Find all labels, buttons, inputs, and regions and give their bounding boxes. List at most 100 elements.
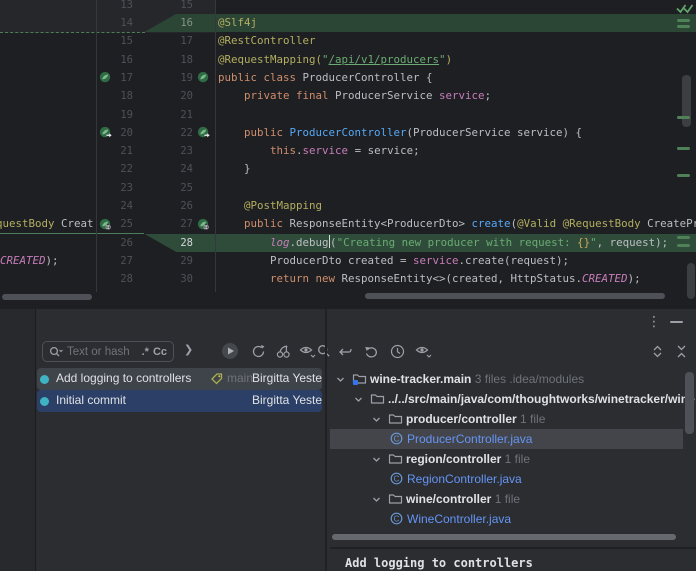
folder-name: region/controller 1 file xyxy=(406,452,530,466)
search-placeholder: Text or hash xyxy=(67,346,138,358)
rollback-icon[interactable] xyxy=(360,340,382,362)
diff-editor[interactable]: 13151416@Slf4j1517@RestController1618@Re… xyxy=(0,0,696,305)
change-marker[interactable] xyxy=(677,116,690,119)
jump-to-source-icon[interactable] xyxy=(334,340,356,362)
log-search-field[interactable]: Text or hash .* Cc xyxy=(42,341,174,362)
class-file-icon: C xyxy=(390,472,403,485)
file-name: RegionController.java xyxy=(407,472,522,486)
tree-row[interactable]: ../../src/main/java/com/thoughtworks/win… xyxy=(330,389,696,409)
new-line-number: 18 xyxy=(140,51,193,69)
code-line[interactable]: return new ResponseEntity<>(created, Htt… xyxy=(218,270,641,288)
tree-view-options-eye-icon[interactable] xyxy=(412,340,434,362)
tree-hscrollbar[interactable] xyxy=(332,534,676,540)
search-expand-chevron-icon[interactable]: ❯ xyxy=(184,343,193,356)
tree-vscrollbar[interactable] xyxy=(685,372,694,434)
commit-author: Birgitta Yeste xyxy=(252,393,322,407)
code-line[interactable]: ProducerDto created = service.create(req… xyxy=(218,252,569,270)
commit-row[interactable]: Add logging to controllers mainBirgitta … xyxy=(37,368,322,390)
history-clock-icon[interactable] xyxy=(386,340,408,362)
match-case-toggle[interactable]: Cc xyxy=(153,346,167,358)
new-line-number: 20 xyxy=(140,87,193,105)
new-line-number: 27 xyxy=(140,215,193,233)
code-line[interactable]: public ResponseEntity<ProducerDto> creat… xyxy=(218,215,696,233)
change-marker[interactable] xyxy=(677,236,690,239)
tree-row[interactable]: producer/controller 1 file xyxy=(330,409,696,429)
old-line-number: 26 xyxy=(96,234,133,252)
log-splitter[interactable] xyxy=(325,309,327,571)
chevron-down-icon[interactable] xyxy=(372,455,381,464)
expand-all-icon[interactable] xyxy=(646,340,668,362)
inspections-ok-icon xyxy=(676,2,694,15)
go-to-commit-icon[interactable] xyxy=(219,340,241,362)
spring-bean-icon[interactable] xyxy=(99,71,112,84)
chevron-down-icon[interactable] xyxy=(372,495,381,504)
folder-name: ../../src/main/java/com/thoughtworks/win… xyxy=(388,392,696,406)
diff-code-area[interactable]: 13151416@Slf4j1517@RestController1618@Re… xyxy=(0,0,696,292)
svg-text:C: C xyxy=(394,514,400,523)
tree-row[interactable]: wine/controller 1 file xyxy=(330,489,696,509)
new-line-number: 15 xyxy=(140,0,193,14)
commit-message-text: Add logging to controllers xyxy=(345,556,533,570)
change-marker[interactable] xyxy=(677,147,690,150)
code-line[interactable]: public class ProducerController { xyxy=(218,69,433,87)
spring-bean-icon[interactable] xyxy=(197,71,210,84)
spring-bean-icon-arrow[interactable] xyxy=(99,126,112,139)
search-icon xyxy=(49,346,63,358)
file-name: WineController.java xyxy=(407,512,511,526)
change-marker[interactable] xyxy=(677,174,690,177)
tree-row[interactable]: C RegionController.java xyxy=(330,469,696,489)
refresh-icon[interactable] xyxy=(247,340,269,362)
cherry-pick-icon[interactable] xyxy=(272,340,294,362)
code-line[interactable]: @RequestMapping("/api/v1/producers") xyxy=(218,51,452,69)
new-line-number: 19 xyxy=(140,69,193,87)
code-line[interactable]: private final ProducerService service; xyxy=(218,87,491,105)
code-line[interactable]: @Slf4j xyxy=(218,14,257,32)
chevron-down-icon[interactable] xyxy=(372,415,381,424)
code-line[interactable]: @RestController xyxy=(218,32,316,50)
code-line[interactable]: log.debug("Creating new producer with re… xyxy=(218,234,668,252)
code-line[interactable]: this.service = service; xyxy=(218,142,420,160)
file-name: ProducerController.java xyxy=(407,432,532,446)
old-line-number: 19 xyxy=(96,106,133,124)
editor-hscrollbar[interactable] xyxy=(365,293,665,299)
old-revision-code-fragment[interactable]: questBody Creat xyxy=(0,215,94,233)
old-revision-code-fragment[interactable]: CREATED); xyxy=(0,252,59,270)
spring-bean-icon-globe[interactable] xyxy=(99,218,112,231)
new-line-number: 25 xyxy=(140,179,193,197)
folder-icon xyxy=(388,492,403,505)
commit-author: Birgitta Yeste xyxy=(252,371,322,385)
tree-row[interactable]: region/controller 1 file xyxy=(330,449,696,469)
collapse-all-icon[interactable] xyxy=(670,340,692,362)
regex-toggle[interactable]: .* xyxy=(142,346,149,358)
commit-row[interactable]: Initial commitBirgitta Yeste xyxy=(37,390,322,412)
editor-error-stripe[interactable] xyxy=(674,0,696,305)
left-pane-hscrollbar[interactable] xyxy=(2,294,92,300)
chevron-down-icon[interactable] xyxy=(354,395,363,404)
old-line-number: 21 xyxy=(96,142,133,160)
tree-row[interactable]: wine-tracker.main 3 files .idea/modules xyxy=(330,369,696,389)
chevron-down-icon[interactable] xyxy=(336,375,345,384)
tree-row[interactable]: CProducerController.java xyxy=(330,429,683,449)
editor-vscrollbar-thumb[interactable] xyxy=(682,75,691,127)
file-count: 1 file xyxy=(501,452,530,466)
code-line[interactable]: public ProducerController(ProducerServic… xyxy=(218,124,582,142)
branch-tag-icon xyxy=(210,372,224,385)
code-line[interactable]: @PostMapping xyxy=(218,197,322,215)
new-line-number: 29 xyxy=(140,252,193,270)
code-line[interactable]: } xyxy=(218,160,251,178)
folder-icon xyxy=(370,392,385,405)
new-line-number: 16 xyxy=(140,14,193,32)
change-marker[interactable] xyxy=(677,244,690,247)
folder-icon xyxy=(388,412,403,425)
tree-row[interactable]: C WineController.java xyxy=(330,509,696,529)
class-file-icon: C xyxy=(390,512,403,525)
new-line-number: 22 xyxy=(140,124,193,142)
new-line-number: 17 xyxy=(140,32,193,50)
editor-vscrollbar-bottom[interactable] xyxy=(687,263,695,299)
change-marker[interactable] xyxy=(677,25,690,28)
change-marker[interactable] xyxy=(677,19,690,22)
spring-bean-icon-arrow[interactable] xyxy=(197,126,210,139)
new-line-number: 23 xyxy=(140,142,193,160)
old-line-number: 16 xyxy=(96,51,133,69)
spring-bean-icon-globe[interactable] xyxy=(197,218,210,231)
